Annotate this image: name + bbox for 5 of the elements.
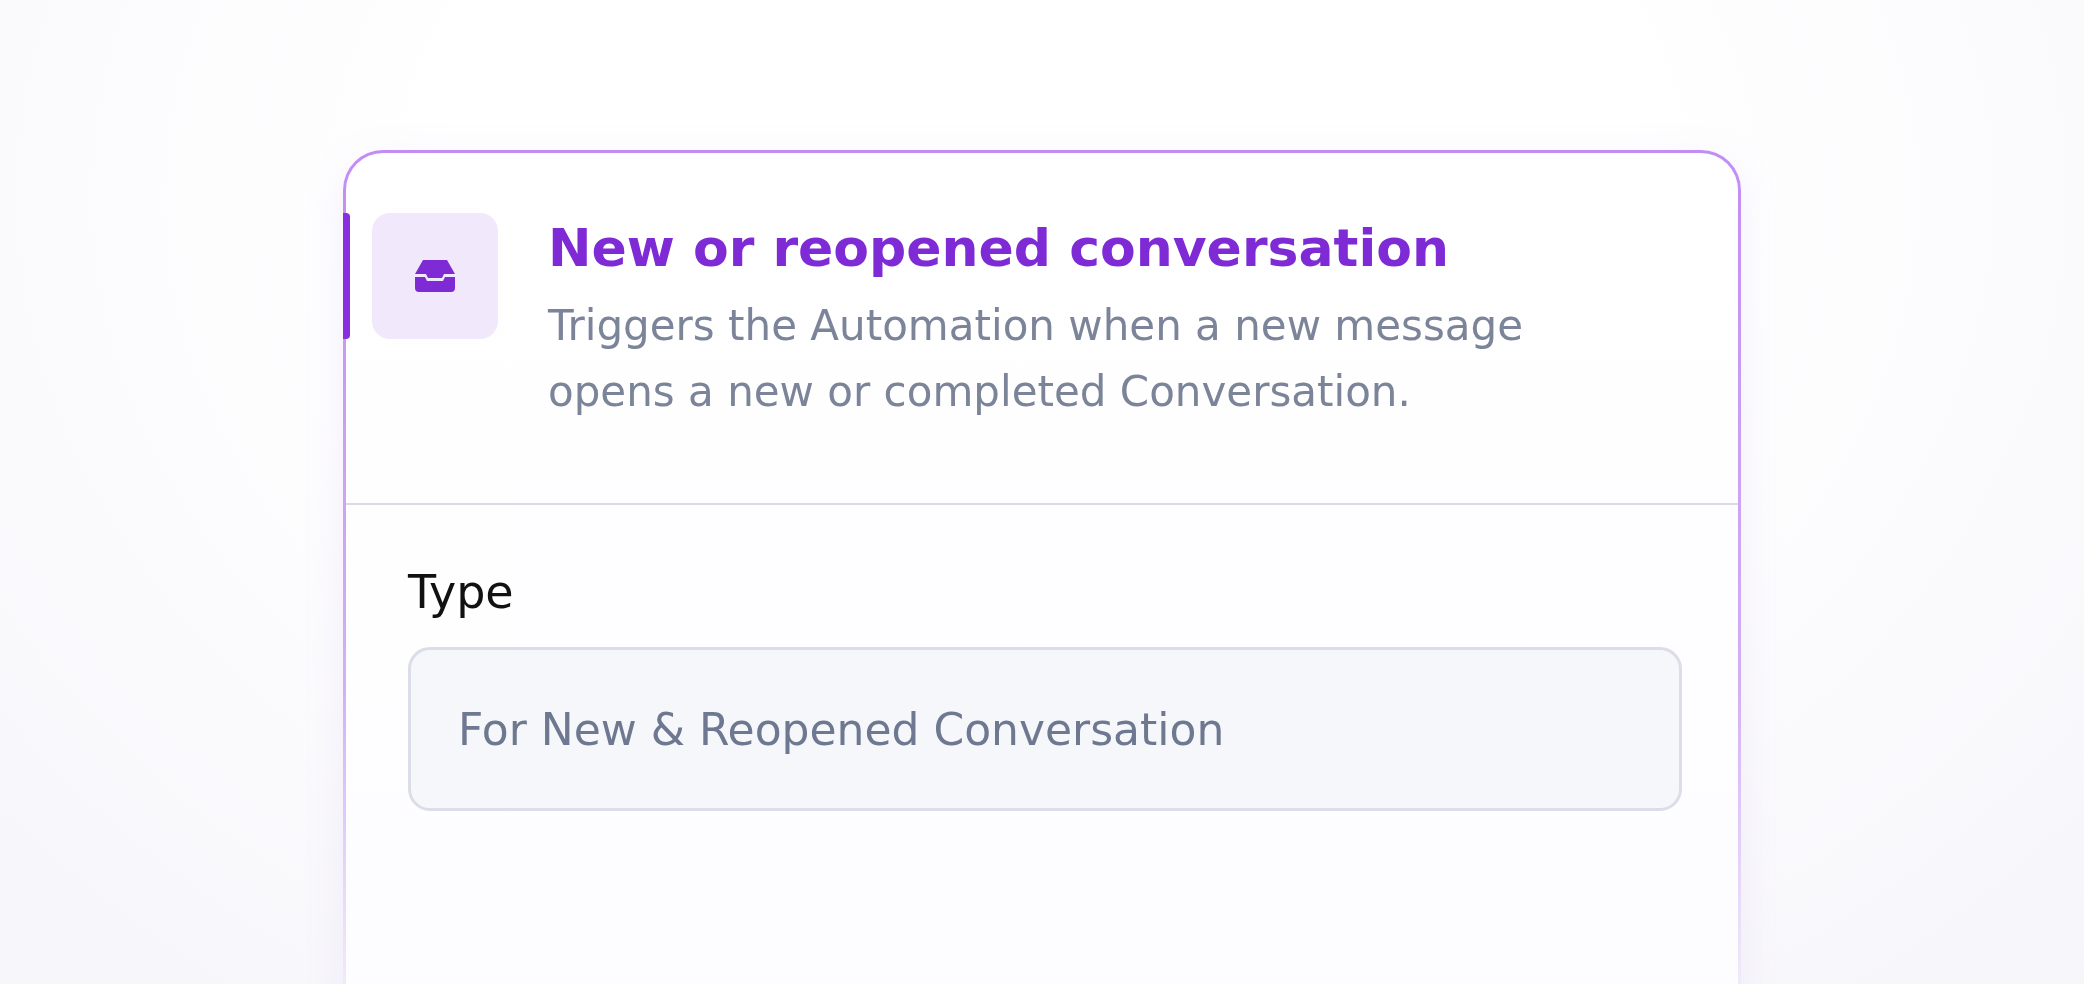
field-label: Type bbox=[408, 565, 515, 619]
inbox-tray-icon bbox=[372, 213, 498, 339]
type-field[interactable]: For New & Reopened Conversation bbox=[408, 647, 1682, 811]
trigger-title: New or reopened conversation bbox=[548, 217, 1450, 280]
trigger-description: Triggers the Automation when a new message opens a new or completed Conversation. bbox=[548, 300, 1525, 419]
